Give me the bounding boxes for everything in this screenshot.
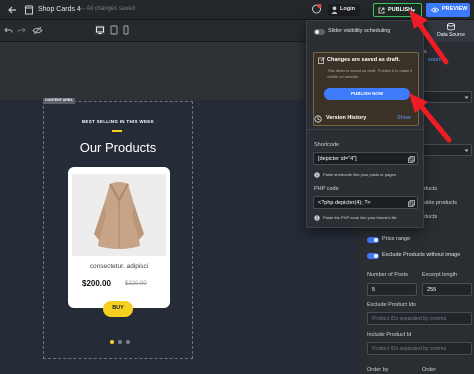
annotation-arrows <box>409 10 452 143</box>
arrow-to-publish-now <box>409 93 452 143</box>
arrow-to-publish <box>409 10 449 65</box>
